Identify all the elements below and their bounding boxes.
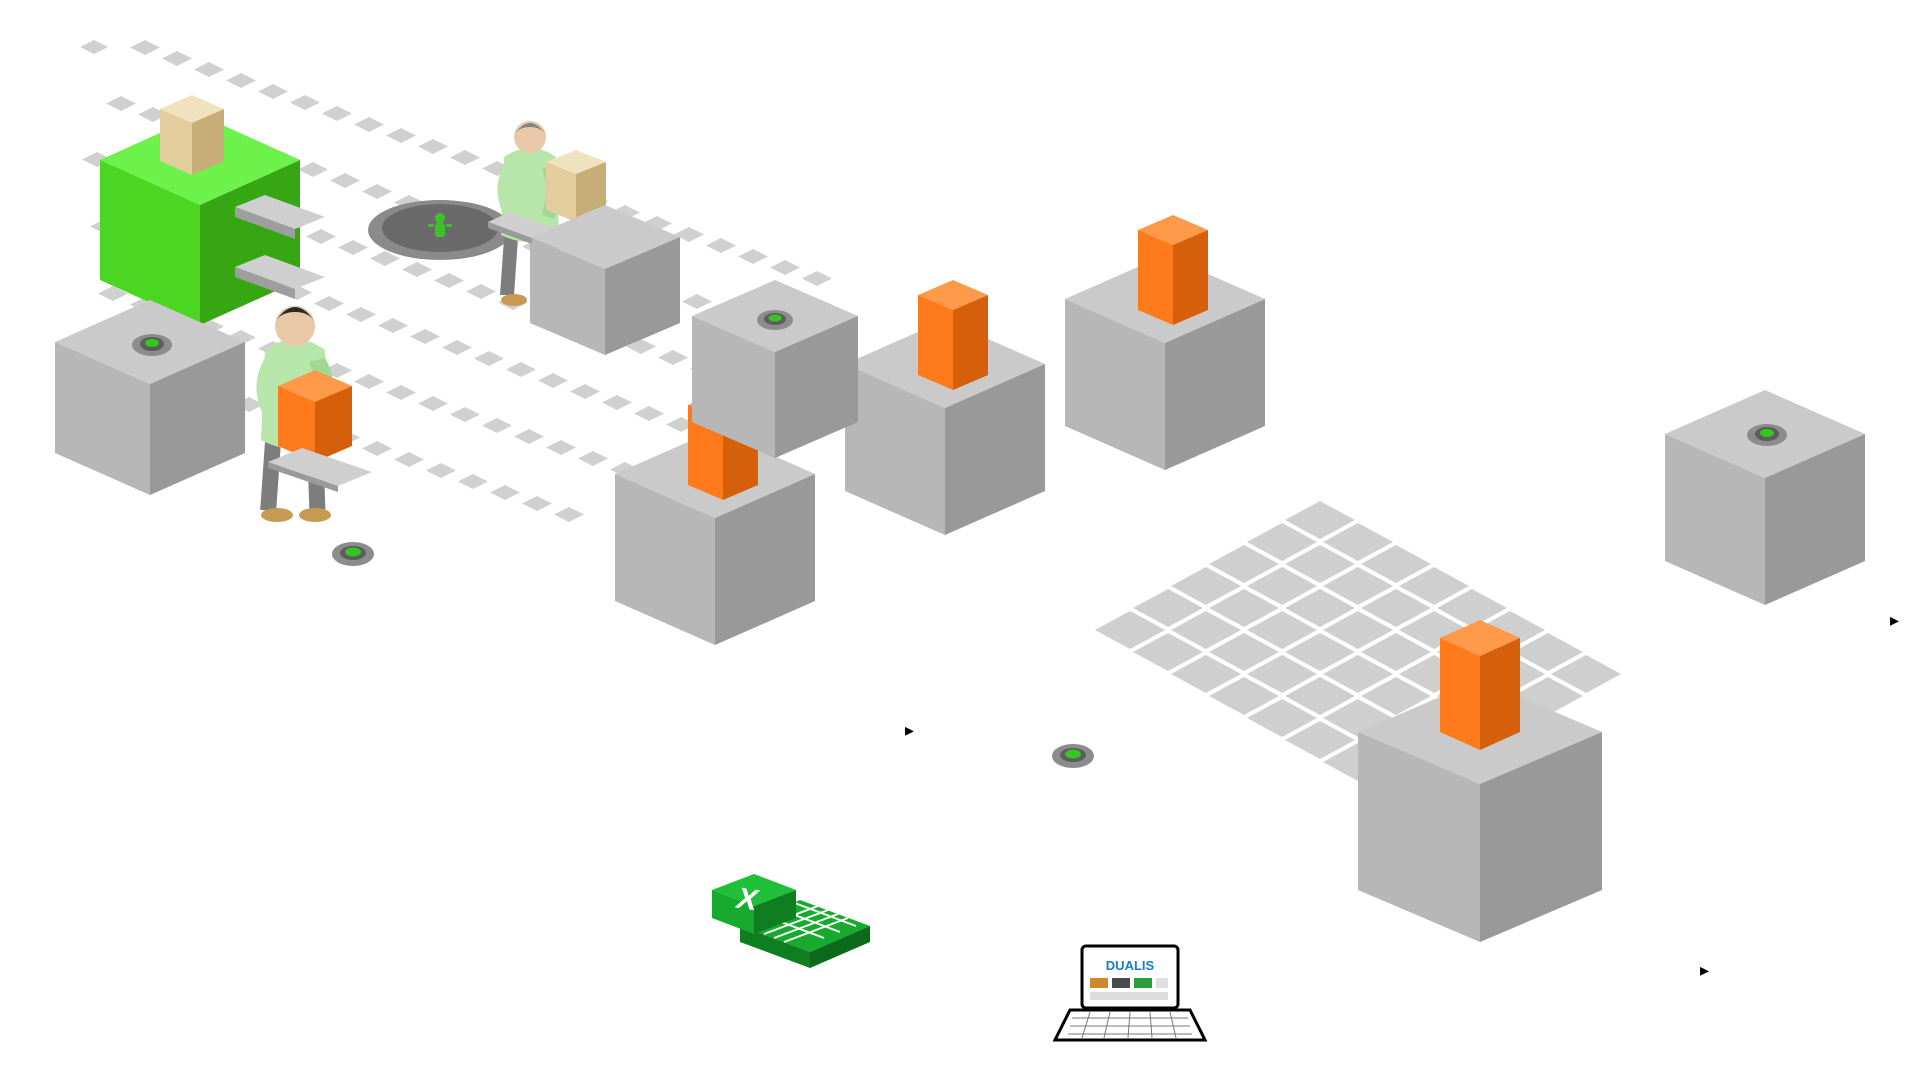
nav-arrow[interactable]: ▸ xyxy=(905,720,914,741)
floor-path-tile xyxy=(162,51,192,66)
floor-path-tile xyxy=(546,440,576,455)
floor-path-tile xyxy=(450,407,480,422)
tray-icon xyxy=(235,195,335,255)
floor-green-button[interactable] xyxy=(1745,422,1789,448)
floor-path-tile xyxy=(538,373,568,388)
floor-path-tile xyxy=(130,40,160,55)
floor-path-tile xyxy=(290,95,320,110)
tray-icon xyxy=(268,448,378,494)
floor-path-tile xyxy=(770,260,800,275)
floor-path-tile xyxy=(738,249,768,264)
floor-path-tile xyxy=(258,84,288,99)
floor-path-tile xyxy=(410,329,440,344)
floor-path-tile xyxy=(338,240,368,255)
floor-path-tile xyxy=(418,396,448,411)
orange-product-box[interactable] xyxy=(1430,620,1530,770)
floor-path-tile xyxy=(106,96,136,111)
floor-path-tile xyxy=(490,485,520,500)
excel-export-icon[interactable]: X xyxy=(700,870,880,1000)
floor-green-button[interactable] xyxy=(755,308,795,332)
nav-arrow[interactable]: ▸ xyxy=(1700,960,1709,981)
floor-path-tile xyxy=(458,474,488,489)
orange-product-box[interactable] xyxy=(910,280,996,410)
orange-product-box[interactable] xyxy=(1130,215,1216,345)
floor-path-tile xyxy=(378,318,408,333)
floor-green-button[interactable] xyxy=(130,332,174,358)
beige-product-box[interactable] xyxy=(152,95,232,195)
floor-path-tile xyxy=(482,418,512,433)
floor-path-tile xyxy=(354,117,384,132)
floor-path-tile xyxy=(226,73,256,88)
floor-path-tile xyxy=(522,496,552,511)
tray-icon xyxy=(488,212,558,252)
nav-arrow[interactable]: ▸ xyxy=(1890,610,1899,631)
floor-path-tile xyxy=(394,452,424,467)
floor-path-tile xyxy=(426,463,456,478)
floor-path-tile xyxy=(570,384,600,399)
floor-path-tile xyxy=(474,351,504,366)
floor-path-tile xyxy=(418,139,448,154)
floor-path-tile xyxy=(386,128,416,143)
laptop-brand-label: DUALIS xyxy=(1106,958,1155,973)
floor-path-tile xyxy=(602,395,632,410)
floor-path-tile xyxy=(706,238,736,253)
simulation-3d-scene[interactable]: X DUALIS ▸ ▸ ▸ xyxy=(0,0,1920,1080)
floor-green-button[interactable] xyxy=(330,540,376,568)
floor-path-tile xyxy=(194,62,224,77)
floor-path-tile xyxy=(330,173,360,188)
floor-path-tile xyxy=(554,507,584,522)
floor-path-tile xyxy=(442,340,472,355)
floor-path-tile xyxy=(514,429,544,444)
control-laptop-icon[interactable]: DUALIS xyxy=(1050,940,1210,1060)
floor-path-tile xyxy=(386,385,416,400)
floor-green-button[interactable] xyxy=(1050,742,1096,770)
floor-path-tile xyxy=(322,106,352,121)
floor-path-tile xyxy=(634,406,664,421)
